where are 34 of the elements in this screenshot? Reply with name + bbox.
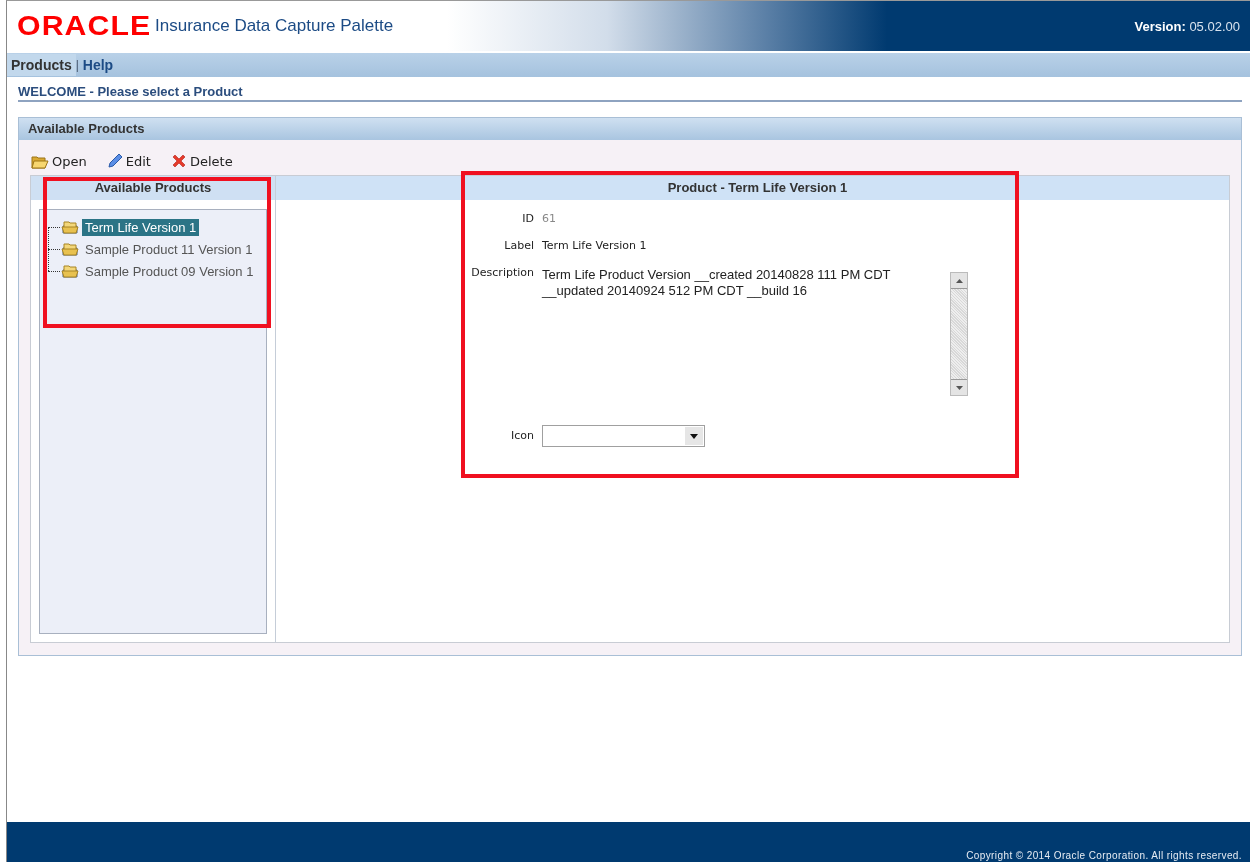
column-header: Available Products: [93, 179, 213, 197]
pencil-icon: [106, 153, 123, 169]
nav-tab[interactable]: Products: [7, 54, 76, 76]
folder-icon: [61, 264, 79, 278]
folder-icon: [31, 153, 49, 169]
icon-dropdown[interactable]: [542, 425, 705, 447]
toolbar-button[interactable]: Edit: [106, 152, 151, 170]
tree-item[interactable]: Sample Product 09 Version 1: [82, 262, 257, 280]
panel-header: Available Products: [19, 118, 1241, 140]
field-label: Description: [470, 265, 534, 281]
tree-item[interactable]: Sample Product 11 Version 1: [82, 240, 256, 258]
up-arrow-icon: [955, 278, 963, 283]
detail-header: Product - Term Life Version 1: [276, 176, 1229, 200]
field-label: Icon: [510, 428, 534, 444]
welcome-heading: WELCOME - Please select a Product: [18, 84, 243, 99]
toolbar-button[interactable]: Open: [31, 152, 87, 170]
nav-separator: |: [75, 58, 79, 72]
description-field[interactable]: Term Life Product Version __created 20140828 111 PM CDT __updated 20140924 512 PM CDT __build 16: [542, 267, 927, 415]
oracle-logo: ORACLE: [17, 10, 152, 42]
delete-icon: [170, 153, 187, 169]
app-title: Insurance Data Capture Palette: [155, 16, 394, 36]
nav-tab[interactable]: Help: [78, 54, 118, 76]
version-label: Version: 05.02.00: [1134, 18, 1240, 34]
field-label: ID: [521, 211, 534, 227]
field-value: 61: [542, 211, 557, 227]
field-label: Label: [503, 238, 534, 254]
copyright-text: Copyright © 2014 Oracle Corporation. All rights reserved.: [966, 850, 1242, 861]
tree-item[interactable]: Term Life Version 1: [82, 218, 200, 236]
scrollbar[interactable]: [950, 272, 968, 396]
folder-icon: [61, 242, 79, 256]
field-value: Term Life Version 1: [542, 238, 648, 254]
down-arrow-icon: [955, 385, 963, 390]
folder-icon: [61, 220, 79, 234]
toolbar-button[interactable]: Delete: [170, 152, 233, 170]
